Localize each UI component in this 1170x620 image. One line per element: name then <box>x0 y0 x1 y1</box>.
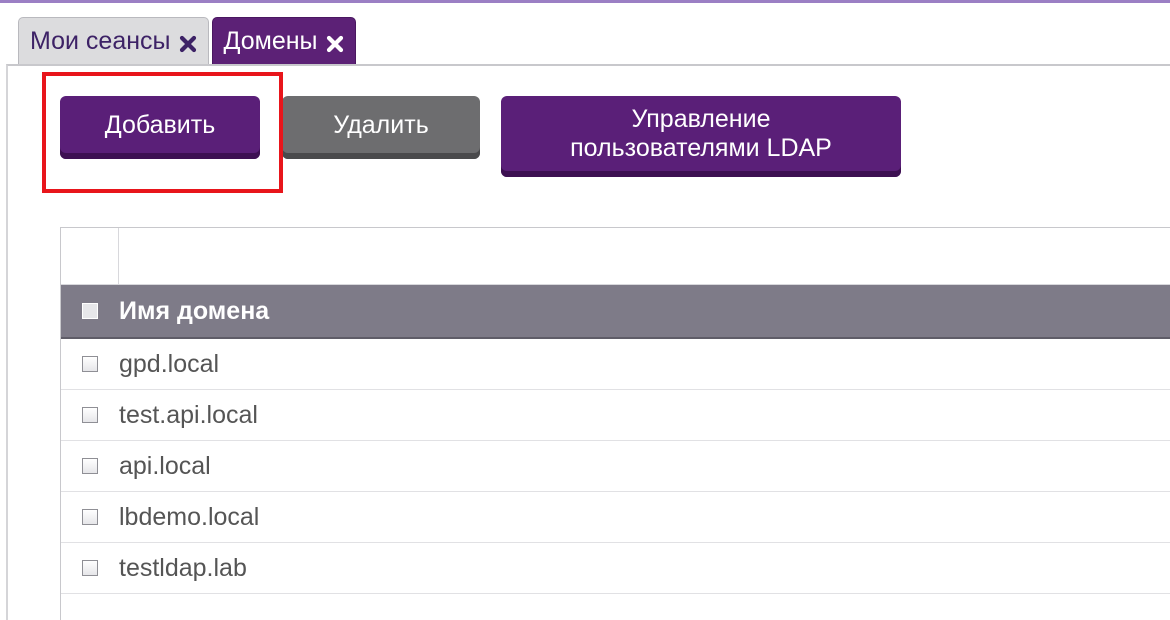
grid-footer-space <box>61 594 1170 608</box>
highlight-box <box>42 72 283 193</box>
table-row[interactable]: api.local <box>61 441 1170 492</box>
delete-button[interactable]: Удалить <box>282 96 480 159</box>
close-icon[interactable] <box>325 32 345 52</box>
grid-toolbar <box>61 228 1170 285</box>
domain-name: test.api.local <box>119 400 258 429</box>
domains-grid: Имя домена gpd.local test.api.local api.… <box>60 227 1170 620</box>
tab-label: Мои сеансы <box>30 27 171 55</box>
top-accent-line <box>0 0 1170 3</box>
ldap-button-line-1: Управление <box>631 104 771 133</box>
domain-name: gpd.local <box>119 349 220 378</box>
row-checkbox[interactable] <box>82 407 98 423</box>
table-row[interactable]: testldap.lab <box>61 543 1170 594</box>
ldap-button-line-2: пользователями LDAP <box>570 133 832 162</box>
domain-name: lbdemo.local <box>119 502 260 531</box>
row-checkbox[interactable] <box>82 458 98 474</box>
tab-my-sessions[interactable]: Мои сеансы <box>18 17 209 65</box>
row-checkbox[interactable] <box>82 509 98 525</box>
row-checkbox[interactable] <box>82 560 98 576</box>
close-icon[interactable] <box>178 32 198 52</box>
domain-name: testldap.lab <box>119 553 247 582</box>
domain-name: api.local <box>119 451 211 480</box>
select-all-checkbox[interactable] <box>82 303 98 319</box>
row-checkbox[interactable] <box>82 356 98 372</box>
grid-divider <box>118 228 119 284</box>
ldap-users-button[interactable]: Управление пользователями LDAP <box>501 96 901 177</box>
column-header-domain-name[interactable]: Имя домена <box>119 297 269 326</box>
grid-header: Имя домена <box>61 285 1170 339</box>
table-row[interactable]: test.api.local <box>61 390 1170 441</box>
table-row[interactable]: lbdemo.local <box>61 492 1170 543</box>
tab-domains[interactable]: Домены <box>211 17 356 65</box>
tab-bar: Мои сеансы Домены <box>18 17 356 65</box>
tab-label: Домены <box>223 27 318 55</box>
table-row[interactable]: gpd.local <box>61 339 1170 390</box>
